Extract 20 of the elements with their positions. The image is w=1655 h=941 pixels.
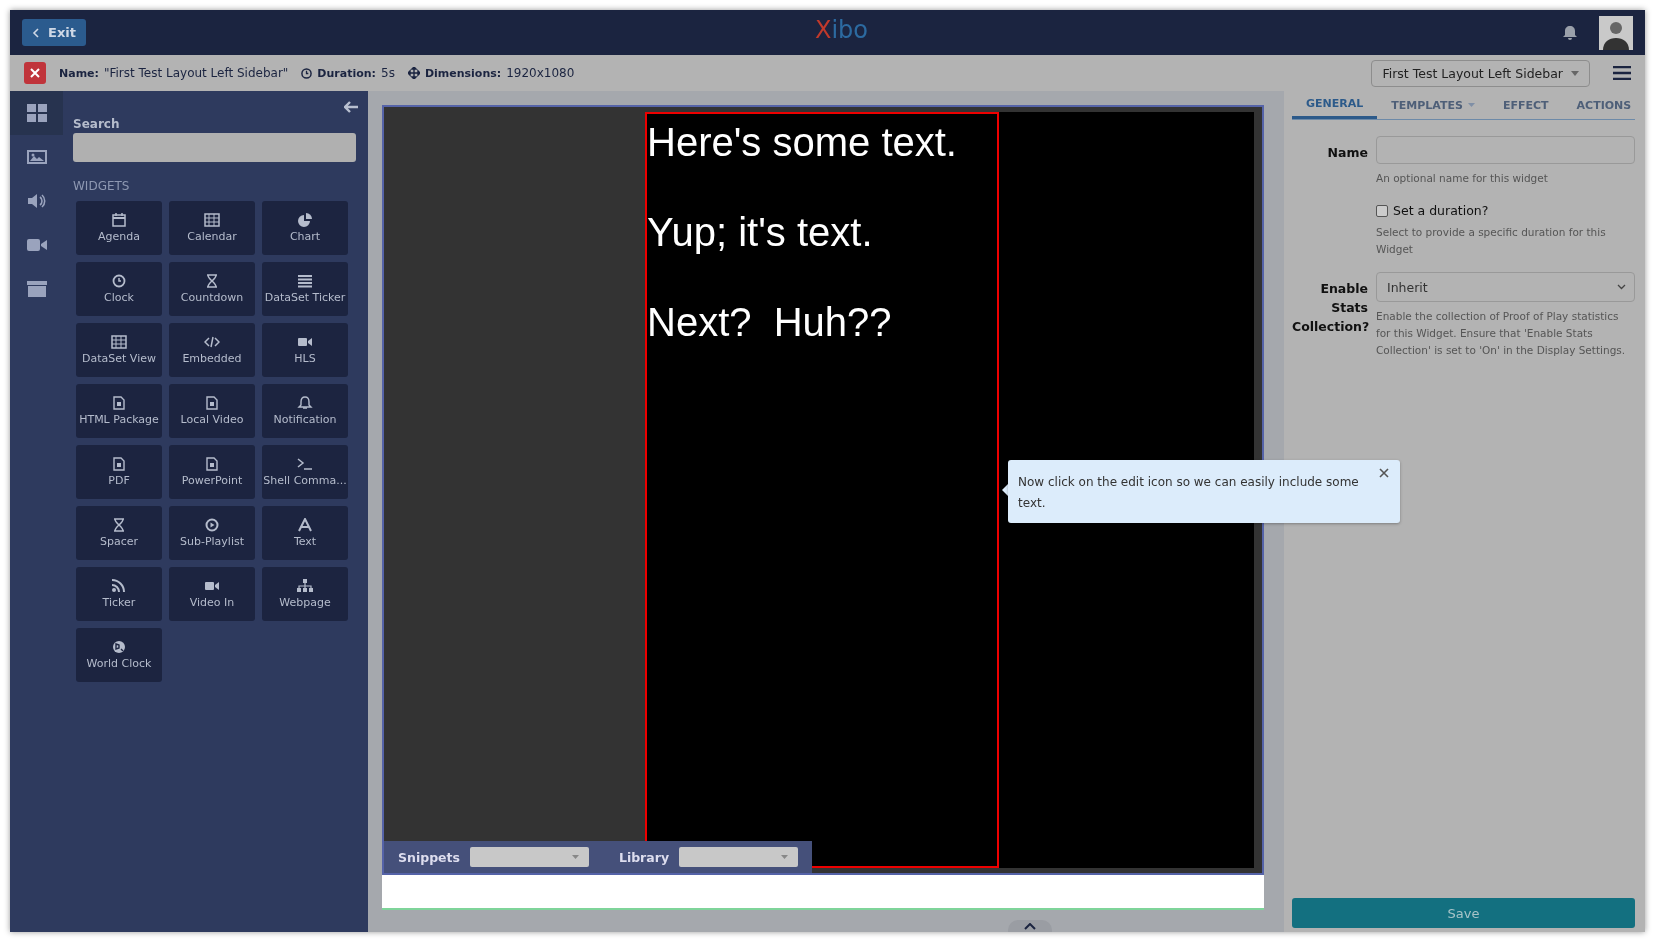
name-value: "First Test Layout Left Sidebar" — [103, 66, 289, 80]
help-text: An optional name for this widget — [1376, 171, 1549, 186]
region-text: Yup; it's text. — [647, 210, 874, 255]
snippets-label: Snippets — [398, 849, 460, 865]
logo-text: Xibo — [815, 16, 869, 44]
name-label: Name: — [59, 66, 99, 80]
checkbox-label: Set a duration? — [1393, 203, 1489, 218]
section-title: WIDGETS — [73, 179, 131, 193]
tooltip-text: Now click on the edit icon so we can easily include some text. — [1018, 475, 1359, 510]
dimensions-value: 1920x1080 — [506, 66, 575, 80]
help-text: Select to provide a specific duration for this Widget — [1376, 225, 1607, 257]
stats-label: Enable Stats Collection? — [1292, 280, 1368, 336]
search-label: Search — [73, 117, 121, 131]
duration-value: 5s — [381, 66, 395, 80]
duration-label: Duration: — [317, 66, 376, 80]
name-label: Name — [1326, 144, 1368, 162]
dimensions-label: Dimensions: — [424, 66, 502, 80]
help-text: Enable the collection of Proof of Play statistics for this Widget. Ensure that 'Enable Stats Collection' is set to 'On' in the Display Settings. — [1376, 309, 1627, 358]
region-text: Here's some text. — [647, 120, 958, 165]
region-text: Next? Huh?? — [647, 300, 893, 345]
